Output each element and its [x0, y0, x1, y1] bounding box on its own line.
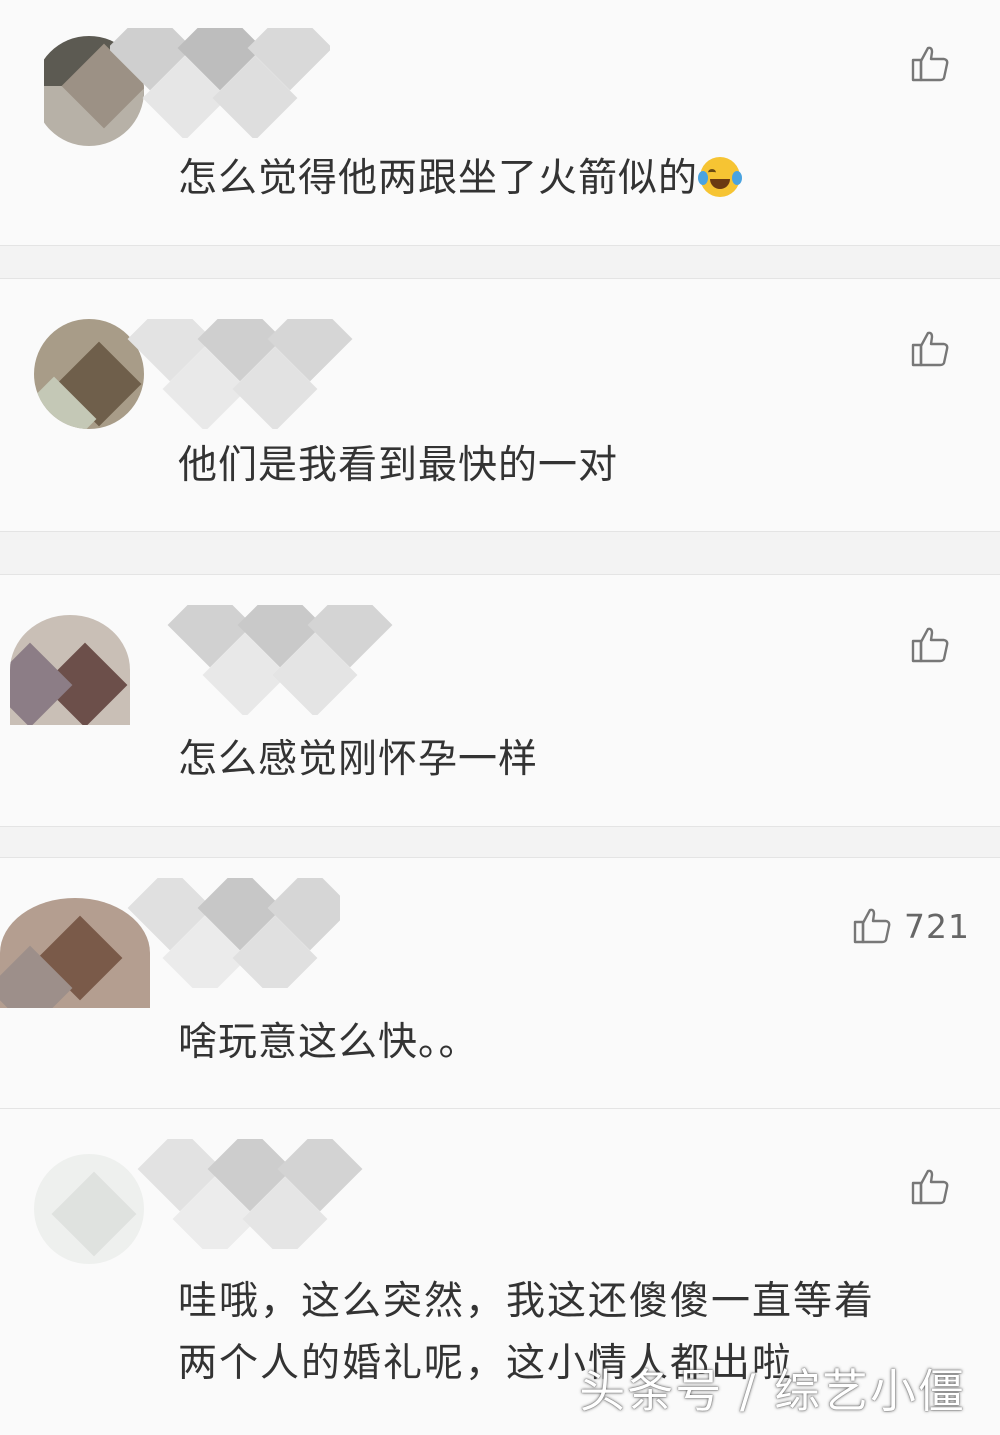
username-mosaic[interactable] [110, 28, 330, 138]
comment-card: 怎么觉得他两跟坐了火箭似的 [0, 0, 1000, 245]
username-mosaic[interactable] [110, 878, 340, 988]
avatar[interactable] [10, 615, 130, 725]
comment-text: 啥玩意这么快。。 [178, 1020, 479, 1065]
username-mosaic[interactable] [130, 605, 410, 715]
thumbs-up-icon [911, 627, 949, 663]
thumbs-up-icon [911, 46, 949, 82]
comment-text: 他们是我看到最快的一对 [178, 443, 619, 488]
thumbs-up-icon [853, 908, 891, 944]
like-button[interactable] [910, 1167, 950, 1207]
comment-card: 怎么感觉刚怀孕一样 [0, 575, 1000, 826]
thumbs-up-icon [911, 331, 949, 367]
like-count: 721 [904, 906, 970, 946]
username-mosaic[interactable] [120, 1139, 380, 1249]
like-button[interactable] [910, 329, 950, 369]
like-button[interactable] [910, 625, 950, 665]
username-mosaic[interactable] [110, 319, 370, 429]
like-button[interactable] [910, 44, 950, 84]
comment-text: 怎么感觉刚怀孕一样 [178, 737, 539, 782]
laughing-crying-emoji-icon [698, 157, 743, 197]
comment-text-line1: 哇哦，这么突然，我这还傻傻一直等着 [178, 1279, 876, 1324]
thumbs-up-icon [911, 1169, 949, 1205]
comment-card: 啥玩意这么快。。 721 [0, 858, 1000, 1108]
comment-card: 他们是我看到最快的一对 [0, 279, 1000, 531]
like-button[interactable]: 721 [852, 906, 970, 946]
comment-text: 怎么觉得他两跟坐了火箭似的 [178, 150, 743, 208]
watermark: 头条号 / 综艺小僵 [579, 1364, 966, 1418]
